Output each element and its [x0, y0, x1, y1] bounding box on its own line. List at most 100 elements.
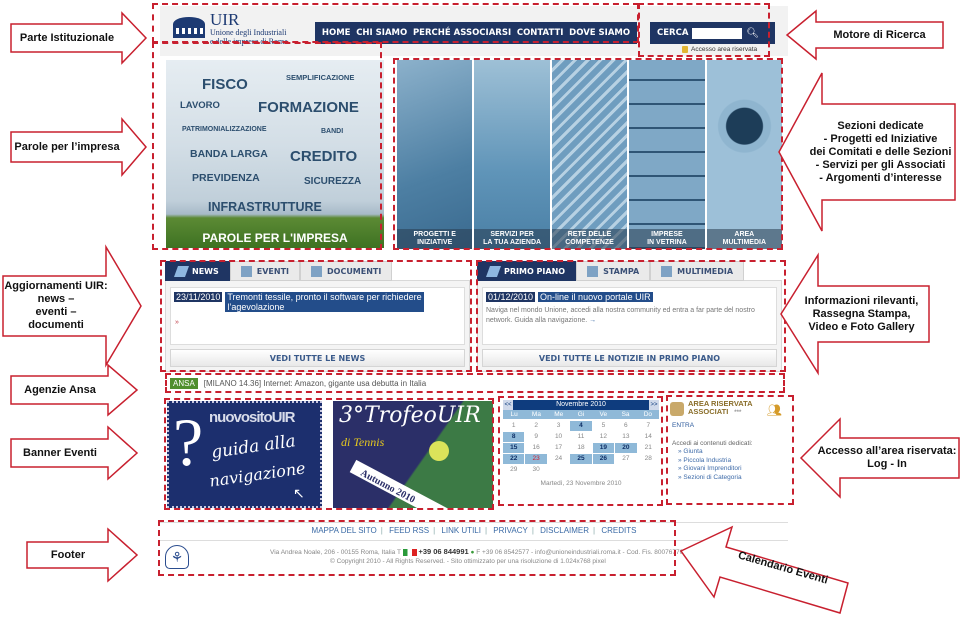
banner-nuovo-sito[interactable]: ? nuovositoUIR guida alla navigazione ↖: [167, 401, 322, 508]
calendar-day[interactable]: 12: [593, 432, 614, 442]
search-input[interactable]: [692, 27, 743, 39]
calendar-day[interactable]: 6: [615, 421, 636, 431]
calendar-day-event[interactable]: 20: [615, 443, 637, 453]
calendar-grid: 1 2 3 4 5 6 7 8 9 10 11 12 13 14 15 16 17 18 19 20 21 22 23 24 2…: [503, 421, 659, 475]
all-news-button[interactable]: VEDI TUTTE LE NEWS: [170, 349, 465, 367]
footer-link-credits[interactable]: CREDITS: [601, 526, 636, 535]
calendar-day[interactable]: 9: [525, 432, 546, 442]
calendar-day[interactable]: 29: [503, 465, 524, 475]
nav-home[interactable]: HOME: [322, 28, 351, 38]
calendar-day-event[interactable]: 4: [570, 421, 592, 431]
tab-news[interactable]: NEWS: [165, 261, 230, 281]
reserved-link-giovani[interactable]: » Giovani Imprenditori: [678, 465, 742, 474]
ansa-ticker[interactable]: ANSA [MILANO 14.36] Internet: Amazon, gi…: [170, 378, 426, 389]
call-icon[interactable]: ●: [471, 549, 475, 556]
weekday-label: Ma: [531, 411, 541, 418]
word[interactable]: PREVIDENZA: [192, 172, 260, 184]
search-icon[interactable]: 🔍︎: [746, 28, 759, 39]
banner-trofeo-tennis[interactable]: 3°TrofeoUIR di Tennis Autunno 2010: [333, 401, 493, 508]
next-arrow-icon[interactable]: »: [175, 319, 179, 326]
calendar-day[interactable]: 27: [615, 454, 636, 464]
banner1-title: nuovositoUIR: [209, 409, 295, 426]
calendar-day[interactable]: 5: [593, 421, 614, 431]
calendar-day[interactable]: 28: [638, 454, 659, 464]
word[interactable]: FORMAZIONE: [258, 99, 359, 116]
reserved-area-link[interactable]: Accesso area riservata: [682, 46, 757, 53]
word[interactable]: BANDI: [321, 128, 343, 135]
calendar-day[interactable]: 10: [548, 432, 569, 442]
news-date: 23/11/2010: [174, 292, 223, 302]
footer-link-privacy[interactable]: PRIVACY: [493, 526, 528, 535]
section-imprese-vetrina[interactable]: IMPRESE IN VETRINA: [629, 60, 705, 249]
footer-link-utili[interactable]: LINK UTILI: [441, 526, 481, 535]
footer-link-rss[interactable]: FEED RSS: [389, 526, 429, 535]
reserved-link-piccola-industria[interactable]: » Piccola Industria: [678, 457, 742, 466]
calendar-day-event[interactable]: 8: [503, 432, 525, 442]
banner1-line1: guida alla: [210, 431, 297, 463]
calendar-day[interactable]: 1: [503, 421, 524, 431]
primo-piano-headline[interactable]: On-line il nuovo portale UIR: [538, 292, 653, 302]
tab-multimedia[interactable]: MULTIMEDIA: [650, 261, 745, 281]
word[interactable]: PATRIMONIALIZZAZIONE: [182, 126, 267, 133]
calendar-day[interactable]: 7: [638, 421, 659, 431]
reserved-link-sezioni[interactable]: » Sezioni di Categoria: [678, 474, 742, 483]
section-area-multimedia[interactable]: AREA MULTIMEDIA: [706, 60, 783, 249]
calendar-day-event[interactable]: 19: [592, 443, 615, 453]
cursor-icon: ↖: [293, 485, 305, 501]
weekday-label: Lu: [510, 411, 518, 418]
colosseum-icon: [173, 17, 205, 38]
footer-link-mappa[interactable]: MAPPA DEL SITO: [312, 526, 377, 535]
tab-primo-piano[interactable]: PRIMO PIANO: [477, 261, 577, 281]
parole-banner[interactable]: FISCO SEMPLIFICAZIONE LAVORO FORMAZIONE …: [166, 60, 384, 248]
confindustria-logo: ⚘: [165, 545, 189, 569]
italy-flag-icon[interactable]: [402, 548, 417, 556]
tab-stampa[interactable]: STAMPA: [576, 261, 651, 281]
calendar-day[interactable]: 11: [570, 432, 591, 442]
footer-link-disclaimer[interactable]: DISCLAIMER: [540, 526, 589, 535]
callout-aggiornamenti: Aggiornamenti UIR: news – eventi – docum…: [2, 244, 142, 368]
word[interactable]: SICUREZZA: [304, 176, 361, 187]
calendar-day[interactable]: 14: [638, 432, 659, 442]
calendar-day-event[interactable]: 22: [503, 454, 525, 464]
section-rete-competenze[interactable]: RETE DELLE COMPETENZE: [551, 60, 628, 249]
entra-link[interactable]: ENTRA: [672, 422, 694, 429]
news-headline[interactable]: Tremonti tessile, pronto il software per…: [225, 292, 424, 312]
ansa-text[interactable]: [MILANO 14.36] Internet: Amazon, gigante…: [204, 379, 426, 388]
section-progetti-iniziative[interactable]: PROGETTI E INIZIATIVE: [397, 60, 473, 249]
word[interactable]: INFRASTRUTTURE: [208, 200, 322, 214]
calendar-prev-button[interactable]: <<: [503, 400, 513, 410]
calendar-day-event[interactable]: 25: [570, 454, 592, 464]
calendar-day[interactable]: 13: [615, 432, 636, 442]
nav-perche-associarsi[interactable]: PERCHÉ ASSOCIARSI: [413, 28, 511, 38]
tab-eventi[interactable]: EVENTI: [229, 261, 300, 281]
reserved-link-giunta[interactable]: » Giunta: [678, 448, 742, 457]
arrow-right-icon[interactable]: →: [589, 317, 596, 324]
calendar-day[interactable]: 18: [570, 443, 591, 453]
all-primo-piano-button[interactable]: VEDI TUTTE LE NOTIZIE IN PRIMO PIANO: [482, 349, 777, 367]
calendar-day-event[interactable]: 15: [503, 443, 525, 453]
nav-contatti[interactable]: CONTATTI: [517, 28, 564, 38]
nav-chi-siamo[interactable]: CHI SIAMO: [356, 28, 407, 38]
calendar-day[interactable]: 3: [548, 421, 569, 431]
calendar-day[interactable]: 30: [525, 465, 546, 475]
word[interactable]: SEMPLIFICAZIONE: [286, 73, 354, 82]
calendar-day[interactable]: 16: [525, 443, 546, 453]
calendar-day[interactable]: 24: [548, 454, 569, 464]
search-bar: CERCA 🔍︎: [650, 22, 775, 44]
word[interactable]: FISCO: [202, 76, 248, 93]
calendar-day[interactable]: 17: [548, 443, 569, 453]
calendar-day-event[interactable]: 26: [592, 454, 615, 464]
calendar-day[interactable]: 2: [525, 421, 546, 431]
tennis-ball-icon: [429, 441, 449, 461]
nav-dove-siamo[interactable]: DOVE SIAMO: [569, 28, 630, 38]
calendar-day-today[interactable]: 23: [525, 454, 547, 464]
section-servizi-azienda[interactable]: SERVIZI PER LA TUA AZIENDA: [474, 60, 550, 249]
uir-logo[interactable]: UIR Unione degli Industriali e delle impr…: [172, 10, 312, 48]
calendar-next-button[interactable]: >>: [649, 400, 659, 410]
lock-icon: [682, 46, 688, 53]
word[interactable]: BANDA LARGA: [190, 148, 268, 160]
calendar-day[interactable]: 21: [638, 443, 659, 453]
word[interactable]: LAVORO: [180, 100, 220, 111]
tab-documenti[interactable]: DOCUMENTI: [300, 261, 393, 281]
word[interactable]: CREDITO: [290, 148, 357, 165]
